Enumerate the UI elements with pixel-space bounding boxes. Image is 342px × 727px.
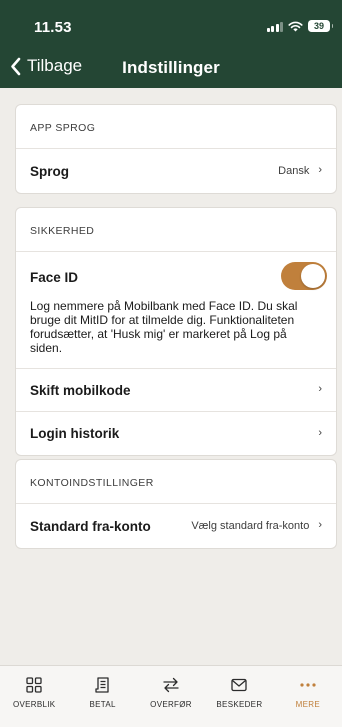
change-code-label: Skift mobilkode [30, 382, 131, 398]
account-settings-card: KONTOINDSTILLINGER Standard fra-konto Væ… [15, 459, 337, 549]
login-history-label: Login historik [30, 426, 120, 441]
language-value: Dansk [278, 165, 310, 177]
status-time: 11.53 [34, 19, 72, 36]
language-row[interactable]: Sprog Dansk › [16, 149, 336, 193]
default-account-value: Vælg standard fra-konto [191, 520, 310, 532]
receipt-icon [94, 677, 109, 693]
tab-messages[interactable]: BESKEDER [205, 666, 273, 727]
language-label: Sprog [30, 163, 69, 179]
section-label-security: SIKKERHED [16, 208, 336, 252]
battery-icon: 39 [308, 20, 333, 32]
tab-label: BESKEDER [216, 700, 263, 709]
app-header: 11.53 39 Tilbage Indstillinger [0, 0, 342, 88]
chevron-right-icon: › [318, 383, 322, 395]
tab-overview[interactable]: OVERBLIK [0, 666, 68, 727]
mail-icon [231, 678, 248, 692]
toggle-knob [301, 264, 325, 288]
nav-bar: Tilbage Indstillinger [0, 52, 342, 86]
section-label-app-language: APP SPROG [16, 105, 336, 149]
grid-icon [26, 677, 42, 693]
page-title: Indstillinger [122, 58, 220, 77]
signal-icon [266, 21, 283, 32]
tab-label: OVERBLIK [12, 700, 56, 709]
tab-more[interactable]: MERE [274, 666, 342, 727]
tab-label: MERE [295, 700, 320, 709]
wifi-icon [288, 21, 303, 31]
face-id-header: Face ID [30, 262, 327, 290]
face-id-toggle[interactable] [281, 262, 327, 290]
default-account-value-wrap: Vælg standard fra-konto › [191, 519, 322, 532]
status-icons: 39 [266, 18, 333, 34]
chevron-right-icon: › [318, 164, 322, 176]
change-code-row[interactable]: Skift mobilkode › [16, 369, 336, 412]
status-bar: 11.53 39 [0, 0, 342, 44]
face-id-description: Log nemmere på Mobilbank med Face ID. Du… [30, 299, 298, 355]
default-account-row[interactable]: Standard fra-konto Vælg standard fra-kon… [16, 504, 336, 548]
app-language-card: APP SPROG Sprog Dansk › [15, 104, 337, 194]
tab-label: OVERFØR [150, 700, 192, 709]
chevron-right-icon: › [318, 426, 322, 439]
face-id-block: Face ID Log nemmere på Mobilbank med Fac… [16, 252, 336, 369]
default-account-label: Standard fra-konto [30, 518, 151, 534]
face-id-label: Face ID [30, 269, 79, 285]
language-value-wrap: Dansk › [278, 164, 322, 177]
login-history-row[interactable]: Login historik › [16, 412, 336, 455]
tab-bar: OVERBLIK BETAL OVERFØR BESKEDER MERE [0, 665, 342, 727]
section-label-account-settings: KONTOINDSTILLINGER [16, 460, 336, 504]
more-icon [300, 683, 316, 687]
security-card: SIKKERHED Face ID Log nemmere på Mobilba… [15, 207, 337, 456]
tab-transfer[interactable]: OVERFØR [137, 666, 205, 727]
tab-pay[interactable]: BETAL [68, 666, 136, 727]
tab-label: BETAL [89, 700, 116, 709]
chevron-right-icon: › [318, 519, 322, 531]
transfer-icon [163, 677, 179, 693]
